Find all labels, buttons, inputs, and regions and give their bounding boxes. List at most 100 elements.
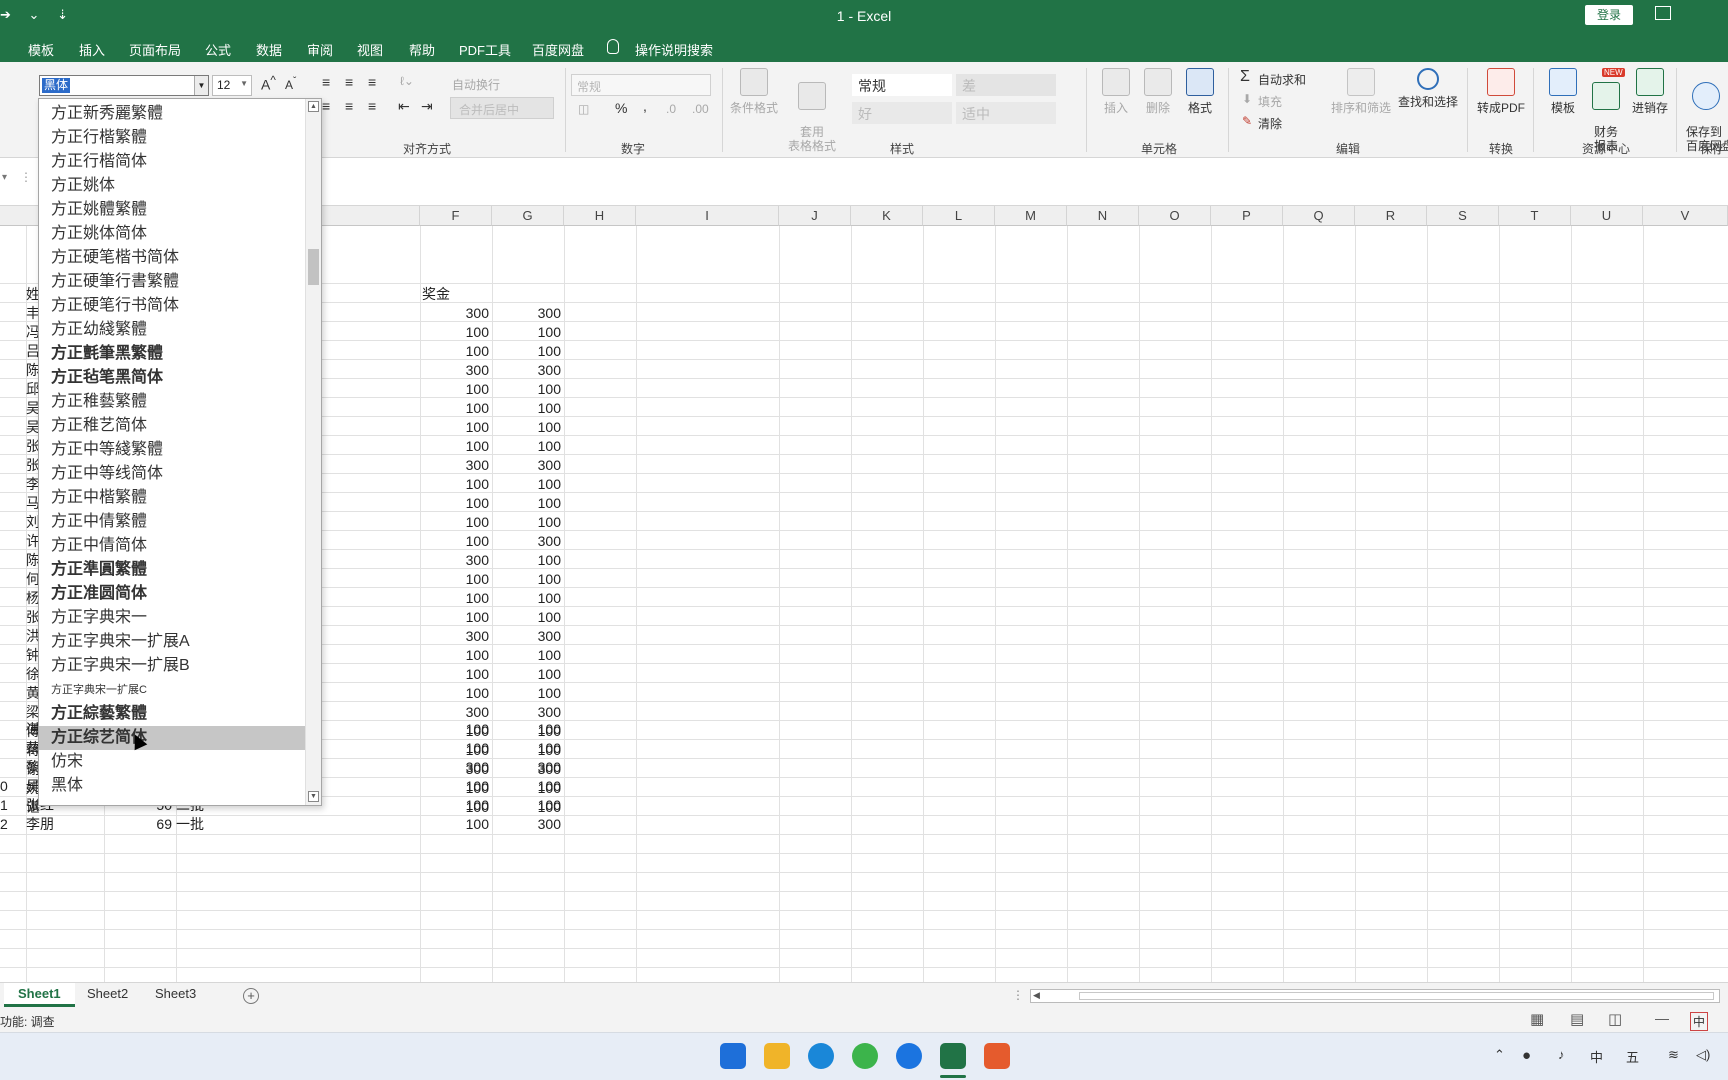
add-sheet-icon[interactable]: + (243, 988, 259, 1004)
row-number[interactable]: 0 (0, 777, 8, 795)
cell-f[interactable]: 100 (420, 608, 489, 626)
volume-icon[interactable]: ◁) (1696, 1047, 1710, 1063)
column-header-k[interactable]: K (851, 206, 923, 226)
cell-f[interactable]: 300 (420, 361, 489, 379)
cell-g[interactable]: 300 (492, 627, 561, 645)
column-header-l[interactable]: L (923, 206, 995, 226)
fill-icon[interactable]: ⬇ (1242, 92, 1252, 106)
scrollbar-thumb[interactable] (308, 249, 319, 285)
scroll-up-icon[interactable]: ▲ (308, 101, 319, 112)
font-list-item[interactable]: 方正稚艺简体 (39, 414, 305, 438)
scroll-left-icon[interactable]: ◀ (1033, 990, 1040, 1001)
cell-g[interactable]: 100 (492, 589, 561, 607)
column-header-q[interactable]: Q (1283, 206, 1355, 226)
chevron-down-icon[interactable]: ▼ (194, 76, 208, 95)
login-button[interactable]: 登录 (1585, 5, 1633, 25)
font-list-item[interactable]: 方正中等綫繁體 (39, 438, 305, 462)
input-method-icon[interactable]: 五 (1626, 1047, 1639, 1066)
column-header-v[interactable]: V (1643, 206, 1728, 226)
column-header-f[interactable]: F (420, 206, 492, 226)
style-normal[interactable]: 常规 (852, 74, 952, 96)
sheet-tab-sheet1[interactable]: Sheet1 (4, 983, 75, 1007)
style-bad[interactable]: 差 (956, 74, 1056, 96)
cell-g[interactable]: 100 (492, 646, 561, 664)
tab-help[interactable]: 帮助 (409, 40, 435, 59)
cell-g[interactable]: 100 (492, 570, 561, 588)
microphone-icon[interactable]: ♪ (1558, 1047, 1565, 1062)
autosum-button[interactable]: 自动求和 (1258, 71, 1306, 88)
font-list-item[interactable]: 方正綜藝繁體 (39, 702, 305, 726)
font-list-item[interactable]: 方正中等线简体 (39, 462, 305, 486)
cell-f[interactable]: 100 (420, 494, 489, 512)
ribbon-display-options-icon[interactable] (1655, 6, 1671, 20)
font-list-item[interactable]: 方正中楷繁體 (39, 486, 305, 510)
cell-g[interactable]: 100 (492, 665, 561, 683)
font-list-item[interactable]: 方正行楷繁體 (39, 126, 305, 150)
column-header-j[interactable]: J (779, 206, 851, 226)
normal-view-icon[interactable]: ▦ (1530, 1010, 1544, 1028)
eraser-icon[interactable]: ✎ (1242, 114, 1252, 128)
increase-indent-icon[interactable]: ⇥ (421, 98, 433, 115)
font-list-item[interactable]: 方正字典宋一 (39, 606, 305, 630)
tab-formulas[interactable]: 公式 (205, 40, 231, 59)
kugou-icon[interactable] (896, 1043, 922, 1069)
font-list-item[interactable]: 黑体 (39, 774, 305, 798)
cell-f[interactable]: 100 (420, 570, 489, 588)
font-name-combobox[interactable]: 黑体 ▼ (39, 75, 209, 96)
cell-f[interactable]: 100 (420, 513, 489, 531)
align-center-icon[interactable]: ≡ (345, 98, 353, 114)
cell-f[interactable]: 100 (420, 739, 489, 757)
cell-name[interactable]: 李朋 (26, 815, 54, 833)
cell-f[interactable]: 100 (420, 342, 489, 360)
cell-g[interactable]: 300 (492, 304, 561, 322)
tab-review[interactable]: 审阅 (307, 40, 333, 59)
to-pdf-button[interactable]: 转成PDF (1475, 68, 1527, 116)
number-format-combobox[interactable]: 常规 (571, 74, 711, 96)
cell-f[interactable]: 100 (420, 815, 489, 833)
cell-f[interactable]: 300 (420, 304, 489, 322)
font-list-item[interactable]: 方正中倩繁體 (39, 510, 305, 534)
cell-g[interactable]: 100 (492, 720, 561, 738)
font-list-item[interactable]: 方正毡笔黑简体 (39, 366, 305, 390)
decrease-decimal-icon[interactable]: .00 (692, 102, 709, 116)
font-name-dropdown-list[interactable]: 方正新秀麗繁體 方正行楷繁體 方正行楷简体 方正姚体 方正姚體繁體 方正姚体简体 方正硬笔楷… (38, 98, 322, 806)
cell-g[interactable]: 100 (492, 475, 561, 493)
cell-f[interactable]: 100 (420, 665, 489, 683)
font-list-scrollbar[interactable]: ▲ ▼ (305, 99, 321, 805)
cell-f[interactable]: 300 (420, 703, 489, 721)
tab-pdf-tools[interactable]: PDF工具 (459, 40, 511, 59)
font-list-item[interactable]: 方正新秀麗繁體 (39, 102, 305, 126)
cell-f[interactable]: 100 (420, 475, 489, 493)
sigma-icon[interactable]: Σ (1240, 68, 1250, 86)
cell-f[interactable]: 100 (420, 777, 489, 795)
increase-font-icon[interactable]: A^ (261, 74, 276, 93)
cell-g[interactable]: 100 (492, 739, 561, 757)
style-neutral[interactable]: 适中 (956, 102, 1056, 124)
fill-button[interactable]: 填充 (1258, 93, 1282, 110)
cell-g[interactable]: 100 (492, 777, 561, 795)
tray-chevron-icon[interactable]: ⌃ (1494, 1047, 1505, 1063)
cell-g[interactable]: 100 (492, 551, 561, 569)
font-list-item[interactable]: 方正综艺简体 (39, 726, 305, 750)
invoicing-button[interactable]: 进销存 (1630, 68, 1670, 116)
font-list-item[interactable]: 方正硬笔楷书简体 (39, 246, 305, 270)
cell-g[interactable]: 300 (492, 815, 561, 833)
align-bottom-icon[interactable]: ≡ (368, 74, 376, 90)
comma-style-icon[interactable]: , (643, 98, 647, 114)
decrease-font-icon[interactable]: Aˇ (285, 76, 296, 92)
font-list-item[interactable]: 方正中倩简体 (39, 534, 305, 558)
cell-score[interactable]: 69 (104, 815, 172, 833)
column-header-r[interactable]: R (1355, 206, 1427, 226)
delete-cells-button[interactable]: 删除 (1142, 68, 1174, 116)
font-list-item[interactable]: 方正姚體繁體 (39, 198, 305, 222)
align-left-icon[interactable]: ≡ (322, 98, 330, 114)
row-number[interactable]: 2 (0, 815, 8, 833)
cell-g[interactable]: 100 (492, 380, 561, 398)
chevron-down-icon[interactable]: ▼ (240, 79, 248, 88)
sheet-tab-sheet2[interactable]: Sheet2 (73, 983, 142, 1007)
page-layout-view-icon[interactable]: ▤ (1570, 1010, 1584, 1028)
name-box-dropdown-icon[interactable]: ▾ (2, 172, 7, 183)
cell-f[interactable]: 100 (420, 323, 489, 341)
qq-icon[interactable]: ● (1522, 1047, 1531, 1064)
column-header-u[interactable]: U (1571, 206, 1643, 226)
